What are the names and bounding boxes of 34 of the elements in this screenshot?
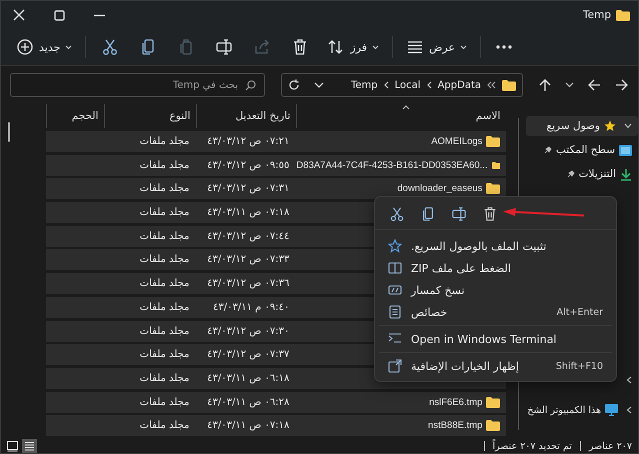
type-text: مجلد ملفات xyxy=(140,396,190,408)
type-text: مجلد ملفات xyxy=(140,160,190,171)
type-text: مجلد ملفات xyxy=(140,183,190,194)
file-name: downloader_easeus xyxy=(397,183,482,194)
date-text: ٠٧:١٨ ص ٤٣/٠٣/١١ xyxy=(207,207,290,218)
date-text: ٠٧:٣٣ ص ٤٣/٠٣/١٢ xyxy=(207,254,290,266)
type-text: مجلد ملفات xyxy=(140,136,190,147)
window-title: Temp xyxy=(583,9,611,21)
date-text: ٠٧:٣١ ص ٤٣/٠٣/١٢ xyxy=(207,183,290,194)
file-name: D83A7A44-7C4F-4253-B161-DD0353EA60... xyxy=(296,160,488,171)
type-text: مجلد ملفات xyxy=(140,254,190,266)
date-text: ٠٧:١٨ ص ٤٣/٠٣/١١ xyxy=(207,420,290,432)
type-text: مجلد ملفات xyxy=(140,420,190,432)
type-text: مجلد ملفات xyxy=(140,302,190,313)
date-text: ٠٦:١٨ ص ٤٣/٠٣/١١ xyxy=(207,372,290,384)
selection-status: تم تحديد ٢٠٧ عنصراً xyxy=(492,440,572,452)
type-text: مجلد ملفات xyxy=(140,349,190,360)
type-text: مجلد ملفات xyxy=(140,207,190,218)
date-text: ٠٧:٢١ ص ٤٣/٠٣/١٢ xyxy=(207,136,290,147)
date-text: ٠٩:٤٠ م ٤٣/٠٣/١١ xyxy=(213,302,290,313)
type-text: مجلد ملفات xyxy=(140,278,190,290)
type-text: مجلد ملفات xyxy=(140,230,190,242)
date-text: ٠٧:٣٧ ص ٤٣/٠٣/١٢ xyxy=(207,349,290,360)
date-text: ٠٧:٤٤ ص ٤٣/٠٣/١٢ xyxy=(207,230,290,242)
file-name: nslF6E6.tmp xyxy=(429,396,482,408)
date-text: ٠٧:٣٠ ص ٤٣/٠٣/١٢ xyxy=(207,326,290,336)
type-text: مجلد ملفات xyxy=(140,372,190,384)
file-name: nstB88E.tmp xyxy=(428,420,482,432)
date-text: ٠٩:٥٥ ص ٤٣/٠٣/١٢ xyxy=(207,160,290,171)
file-name: AOMEILogs xyxy=(431,136,482,147)
date-text: ٠٦:٢٨ ص ٤٣/٠٣/١١ xyxy=(207,396,290,408)
item-count: ٢٠٧ عناصر xyxy=(588,440,632,452)
type-text: مجلد ملفات xyxy=(140,326,190,336)
date-text: ٠٧:٣٦ ص ٤٣/٠٣/١٢ xyxy=(207,278,290,290)
